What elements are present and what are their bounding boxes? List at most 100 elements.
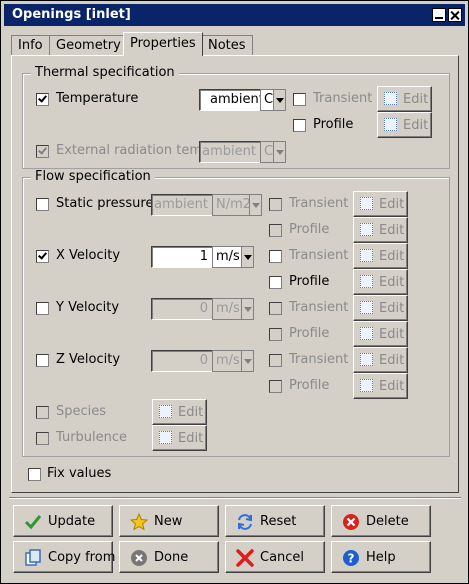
x-velocity-unit-select[interactable]: m/s bbox=[212, 246, 254, 268]
edit-label: Edit bbox=[178, 431, 204, 446]
temperature-unit-select[interactable]: C bbox=[260, 89, 286, 111]
minimize-button[interactable] bbox=[432, 8, 446, 22]
y-velocity-transient-label: Transient bbox=[289, 300, 349, 315]
y-velocity-label: Y Velocity bbox=[56, 300, 120, 315]
z-velocity-checkbox[interactable] bbox=[36, 354, 49, 367]
y-velocity-profile-checkbox[interactable] bbox=[269, 328, 282, 341]
fix-values-label: Fix values bbox=[47, 466, 112, 481]
external-radiation-value-field[interactable]: ambient bbox=[199, 141, 261, 163]
z-velocity-profile-edit-button[interactable]: Edit bbox=[353, 373, 408, 399]
y-velocity-transient-checkbox[interactable] bbox=[269, 302, 282, 315]
z-velocity-unit-select[interactable]: m/s bbox=[212, 350, 254, 372]
z-velocity-transient-edit-button[interactable]: Edit bbox=[353, 347, 408, 373]
static-pressure-transient-checkbox[interactable] bbox=[269, 198, 282, 211]
chevron-down-icon bbox=[241, 299, 253, 319]
delete-label: Delete bbox=[366, 514, 409, 529]
edit-icon bbox=[159, 431, 172, 444]
chevron-down-icon bbox=[273, 142, 285, 162]
edit-label: Edit bbox=[379, 301, 405, 316]
static-pressure-transient-label: Transient bbox=[289, 196, 349, 211]
fix-values-checkbox[interactable] bbox=[28, 468, 41, 481]
update-button[interactable]: Update bbox=[13, 505, 113, 537]
turbulence-checkbox[interactable] bbox=[36, 432, 49, 445]
check-icon bbox=[24, 515, 42, 530]
new-label: New bbox=[154, 514, 183, 529]
done-label: Done bbox=[154, 550, 189, 565]
z-velocity-profile-checkbox[interactable] bbox=[269, 380, 282, 393]
static-pressure-profile-checkbox[interactable] bbox=[269, 224, 282, 237]
edit-label: Edit bbox=[379, 327, 405, 342]
thermal-group-title: Thermal specification bbox=[31, 65, 179, 80]
temperature-checkbox[interactable] bbox=[36, 93, 49, 106]
y-velocity-unit-select[interactable]: m/s bbox=[212, 298, 254, 320]
help-button[interactable]: ? Help bbox=[331, 541, 431, 573]
turbulence-edit-button[interactable]: Edit bbox=[152, 425, 207, 451]
cancel-button[interactable]: Cancel bbox=[225, 541, 325, 573]
edit-icon bbox=[360, 197, 373, 210]
chevron-down-icon bbox=[241, 351, 253, 371]
y-velocity-unit-value: m/s bbox=[216, 301, 240, 316]
flow-specification-group: Flow specification Static pressure ambie… bbox=[22, 169, 450, 457]
x-velocity-transient-edit-button[interactable]: Edit bbox=[353, 243, 408, 269]
external-radiation-unit-select[interactable]: C bbox=[260, 141, 286, 163]
done-icon bbox=[131, 550, 147, 566]
static-pressure-profile-edit-button[interactable]: Edit bbox=[353, 217, 408, 243]
temperature-transient-edit-button[interactable]: Edit bbox=[377, 86, 432, 112]
edit-label: Edit bbox=[379, 275, 405, 290]
y-velocity-checkbox[interactable] bbox=[36, 302, 49, 315]
divider bbox=[9, 497, 461, 499]
static-pressure-label: Static pressure bbox=[56, 196, 154, 211]
static-pressure-profile-label: Profile bbox=[289, 222, 330, 237]
help-icon: ? bbox=[343, 550, 359, 566]
x-velocity-checkbox[interactable] bbox=[36, 250, 49, 263]
delete-button[interactable]: Delete bbox=[331, 505, 431, 537]
tab-properties[interactable]: Properties bbox=[123, 32, 203, 56]
copy-from-button[interactable]: Copy from bbox=[13, 541, 116, 573]
species-checkbox[interactable] bbox=[36, 406, 49, 419]
species-edit-button[interactable]: Edit bbox=[152, 399, 207, 425]
x-velocity-profile-checkbox[interactable] bbox=[269, 276, 282, 289]
z-velocity-transient-checkbox[interactable] bbox=[269, 354, 282, 367]
copy-icon bbox=[25, 549, 41, 566]
temperature-transient-checkbox[interactable] bbox=[293, 93, 306, 106]
update-label: Update bbox=[48, 514, 96, 529]
copy-from-label: Copy from bbox=[48, 550, 116, 565]
star-icon bbox=[130, 513, 148, 531]
reset-arrows-icon bbox=[238, 514, 252, 530]
static-pressure-unit-select[interactable]: N/m2 bbox=[212, 194, 262, 216]
species-label: Species bbox=[56, 404, 107, 419]
tab-geometry[interactable]: Geometry bbox=[49, 35, 128, 55]
y-velocity-transient-edit-button[interactable]: Edit bbox=[353, 295, 408, 321]
done-button[interactable]: Done bbox=[119, 541, 219, 573]
y-velocity-value-field[interactable]: 0 bbox=[151, 298, 213, 320]
static-pressure-checkbox[interactable] bbox=[36, 198, 49, 211]
external-radiation-checkbox[interactable] bbox=[36, 145, 49, 158]
edit-icon bbox=[384, 118, 397, 131]
z-velocity-value-field[interactable]: 0 bbox=[151, 350, 213, 372]
x-velocity-profile-edit-button[interactable]: Edit bbox=[353, 269, 408, 295]
reset-button[interactable]: Reset bbox=[225, 505, 325, 537]
chevron-down-icon bbox=[273, 90, 285, 110]
chevron-down-icon bbox=[241, 247, 253, 267]
edit-label: Edit bbox=[379, 353, 405, 368]
temperature-profile-edit-button[interactable]: Edit bbox=[377, 112, 432, 138]
flow-group-title: Flow specification bbox=[31, 169, 155, 184]
svg-text:?: ? bbox=[348, 552, 355, 566]
x-velocity-value-field[interactable]: 1 bbox=[151, 246, 213, 268]
edit-icon bbox=[360, 223, 373, 236]
tab-notes[interactable]: Notes bbox=[201, 35, 253, 55]
temperature-profile-checkbox[interactable] bbox=[293, 119, 306, 132]
tab-info[interactable]: Info bbox=[11, 35, 50, 55]
static-pressure-unit-value: N/m2 bbox=[216, 197, 252, 212]
reset-label: Reset bbox=[260, 514, 297, 529]
x-velocity-transient-label: Transient bbox=[289, 248, 349, 263]
temperature-value-field[interactable]: ambient bbox=[199, 89, 264, 111]
close-button[interactable] bbox=[448, 8, 462, 22]
y-velocity-profile-edit-button[interactable]: Edit bbox=[353, 321, 408, 347]
x-velocity-transient-checkbox[interactable] bbox=[269, 250, 282, 263]
new-button[interactable]: New bbox=[119, 505, 219, 537]
openings-dialog: Openings [inlet] Info Geometry Propertie… bbox=[0, 0, 469, 584]
static-pressure-transient-edit-button[interactable]: Edit bbox=[353, 191, 408, 217]
external-radiation-unit-value: C bbox=[264, 144, 274, 159]
static-pressure-value-field[interactable]: ambient bbox=[151, 194, 213, 216]
